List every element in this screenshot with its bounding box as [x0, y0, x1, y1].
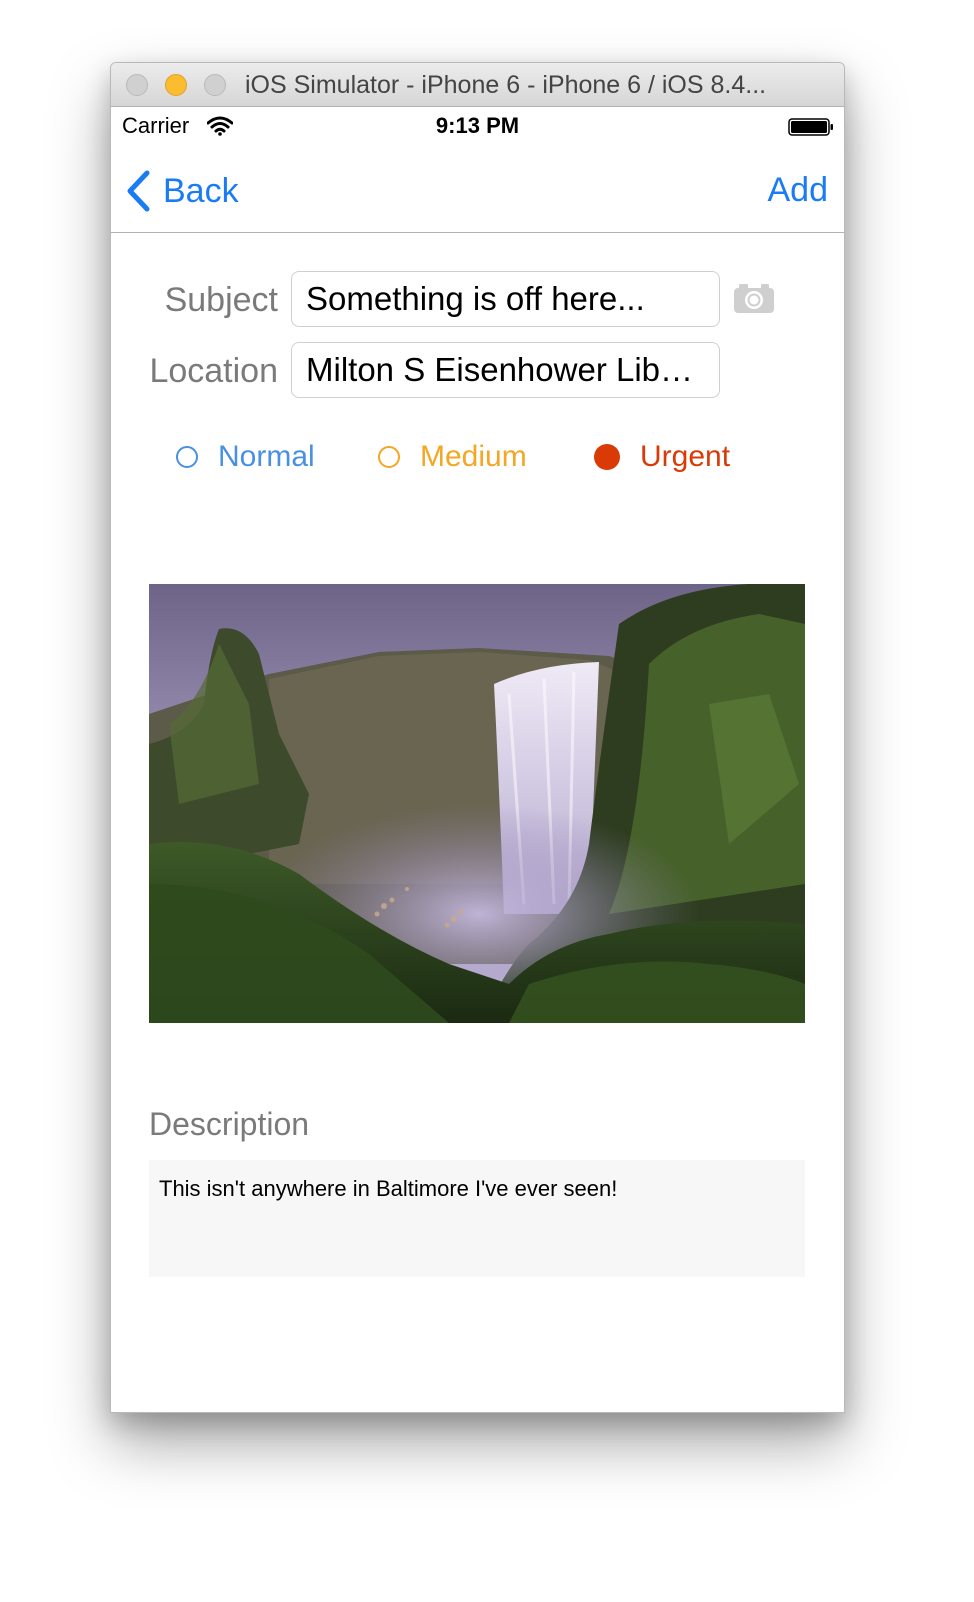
priority-medium-option[interactable]: Medium — [378, 437, 527, 477]
priority-normal-option[interactable]: Normal — [176, 437, 315, 477]
location-label: Location — [149, 352, 278, 390]
priority-urgent-label: Urgent — [640, 440, 731, 473]
attached-photo[interactable] — [149, 584, 805, 1023]
camera-icon[interactable] — [733, 282, 775, 314]
status-time: 9:13 PM — [435, 113, 520, 138]
description-label: Description — [149, 1106, 310, 1142]
zoom-window-button[interactable] — [204, 74, 226, 96]
window-title: iOS Simulator - iPhone 6 - iPhone 6 / iO… — [245, 71, 767, 99]
window-titlebar[interactable]: iOS Simulator - iPhone 6 - iPhone 6 / iO… — [111, 63, 844, 107]
description-textarea[interactable]: This isn't anywhere in Baltimore I've ev… — [149, 1160, 805, 1277]
add-button[interactable]: Add — [768, 171, 829, 210]
chevron-left-icon — [127, 170, 150, 212]
location-field[interactable]: Milton S Eisenhower Lib… — [291, 342, 720, 398]
close-window-button[interactable] — [126, 74, 148, 96]
subject-field[interactable]: Something is off here... — [291, 271, 720, 327]
radio-unselected-icon — [176, 446, 198, 468]
priority-normal-label: Normal — [218, 440, 315, 473]
minimize-window-button[interactable] — [165, 74, 187, 96]
waterfall-photo-image — [149, 584, 805, 1023]
navigation-bar: Back Add — [111, 147, 844, 233]
simulator-window: iOS Simulator - iPhone 6 - iPhone 6 / iO… — [110, 62, 845, 1413]
status-bar: Carrier 9:13 PM — [111, 107, 844, 147]
priority-medium-label: Medium — [420, 440, 527, 473]
radio-unselected-icon — [378, 446, 400, 468]
radio-selected-icon — [594, 444, 620, 470]
priority-urgent-option[interactable]: Urgent — [594, 437, 730, 477]
battery-icon — [788, 118, 833, 136]
subject-label: Subject — [164, 281, 278, 319]
back-label: Back — [163, 171, 239, 210]
back-button[interactable]: Back — [125, 167, 239, 215]
